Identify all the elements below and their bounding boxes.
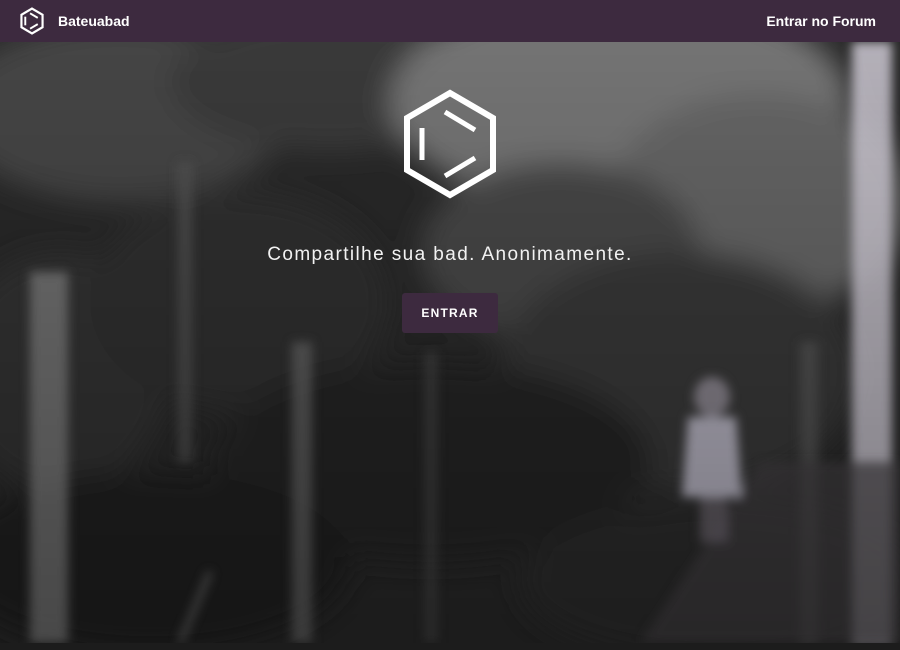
hero-tagline: Compartilhe sua bad. Anonimamente. (267, 244, 633, 265)
enter-button[interactable]: ENTRAR (402, 293, 498, 333)
hexagon-logo-icon (20, 7, 44, 35)
brand-name: Bateuabad (58, 13, 130, 29)
top-navbar: Bateuabad Entrar no Forum (0, 0, 900, 42)
brand-link[interactable]: Bateuabad (20, 7, 130, 35)
hexagon-logo-icon (404, 89, 496, 199)
forum-login-link[interactable]: Entrar no Forum (766, 13, 876, 29)
footer-strip (0, 643, 900, 650)
hero-section: Compartilhe sua bad. Anonimamente. ENTRA… (0, 42, 900, 643)
hero-content: Compartilhe sua bad. Anonimamente. ENTRA… (0, 42, 900, 643)
